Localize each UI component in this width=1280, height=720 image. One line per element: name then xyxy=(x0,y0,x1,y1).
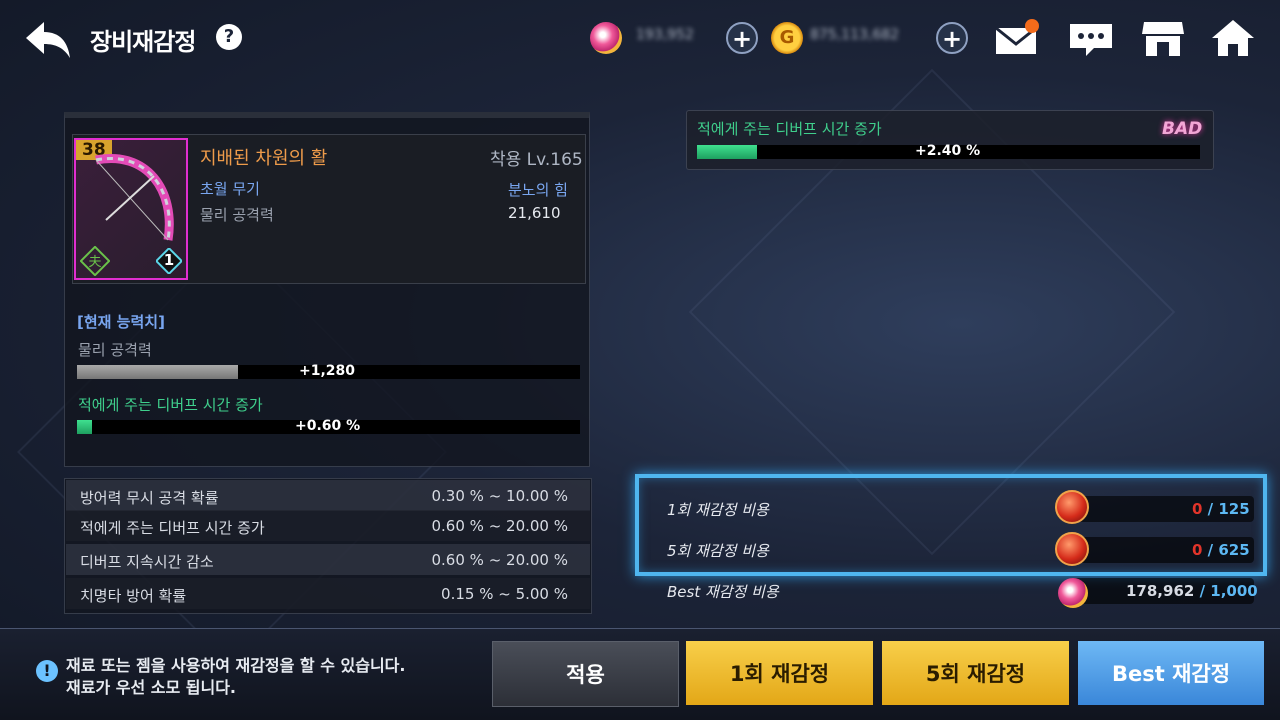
result-label: 적에게 주는 디버프 시간 증가 xyxy=(697,120,882,138)
range-row: 적에게 주는 디버프 시간 증가 0.60 % ~ 20.00 % xyxy=(66,510,590,541)
range-label: 방어력 무시 공격 확률 xyxy=(80,489,219,507)
cost-five-value: 0 / 625 xyxy=(1192,541,1250,559)
item-attack-value: 21,610 xyxy=(508,204,561,222)
slot-number-badge: 1 xyxy=(156,248,182,274)
item-required-level: 착용 Lv.165 xyxy=(490,150,583,170)
stat1-bar-fill xyxy=(77,365,238,379)
gold-currency-value: 875,113,682 xyxy=(810,27,900,43)
svg-text:夫: 夫 xyxy=(88,255,101,270)
result-bar-fill xyxy=(697,145,758,159)
cost-once-value: 0 / 125 xyxy=(1192,500,1250,518)
shop-icon[interactable] xyxy=(1140,18,1186,58)
chat-icon[interactable] xyxy=(1068,18,1114,58)
item-icon[interactable]: 38 夫 1 xyxy=(74,138,188,280)
notice-line2: 재료가 우선 소모 됩니다. xyxy=(66,678,236,697)
cost-five-label: 5회 재감정 비용 xyxy=(667,542,769,560)
cost-once-need: / 125 xyxy=(1207,500,1250,518)
result-grade-badge: BAD xyxy=(1162,119,1203,139)
gold-coin-icon: G xyxy=(771,22,803,54)
item-set-name: 분노의 힘 xyxy=(508,181,568,199)
item-name: 지배된 차원의 활 xyxy=(200,148,328,169)
range-value: 0.15 % ~ 5.00 % xyxy=(441,585,568,603)
stat1-bar: +1,280 xyxy=(77,363,580,379)
class-emblem-icon: 夫 xyxy=(80,246,110,276)
cost-best-label: Best 재감정 비용 xyxy=(667,583,779,601)
cost-best-need: / 1,000 xyxy=(1199,582,1258,600)
slot-number: 1 xyxy=(163,251,175,269)
cost-best-value: 178,962 / 1,000 xyxy=(1126,582,1258,600)
stat1-label: 물리 공격력 xyxy=(78,341,152,359)
mail-icon[interactable] xyxy=(994,18,1040,58)
add-gold-button[interactable]: + xyxy=(936,22,968,54)
range-label: 치명타 방어 확률 xyxy=(80,587,187,605)
result-bar: +2.40 % xyxy=(697,143,1200,159)
range-label: 적에게 주는 디버프 시간 증가 xyxy=(80,519,265,537)
range-row: 치명타 방어 확률 0.15 % ~ 5.00 % xyxy=(66,578,590,609)
item-type: 초월 무기 xyxy=(200,180,260,198)
top-bar: 장비재감정 ? 193,952 + G 875,113,682 + xyxy=(0,0,1280,80)
stat2-value: +0.60 % xyxy=(295,418,361,434)
gem-currency-icon xyxy=(590,22,622,54)
apply-button[interactable]: 적용 xyxy=(492,641,679,707)
cost-once-have: 0 xyxy=(1192,500,1203,518)
reappraise-once-button[interactable]: 1회 재감정 xyxy=(686,641,873,705)
best-reappraise-button[interactable]: Best 재감정 xyxy=(1078,641,1264,705)
current-stats-heading: [현재 능력치] xyxy=(77,313,165,331)
notice-line1: 재료 또는 젬을 사용하여 재감정을 할 수 있습니다. xyxy=(66,656,406,675)
stat2-bar-fill xyxy=(77,420,93,434)
page-title: 장비재감정 xyxy=(90,28,196,56)
range-row: 디버프 지속시간 감소 0.60 % ~ 20.00 % xyxy=(66,544,590,575)
stat2-bar: +0.60 % xyxy=(77,418,580,434)
info-icon: ! xyxy=(36,660,58,682)
range-value: 0.60 % ~ 20.00 % xyxy=(431,517,569,535)
home-icon[interactable] xyxy=(1210,18,1256,58)
question-icon[interactable]: ? xyxy=(216,24,242,50)
gem-currency-value: 193,952 xyxy=(636,27,694,43)
range-value: 0.30 % ~ 10.00 % xyxy=(431,487,569,505)
result-value: +2.40 % xyxy=(915,143,981,159)
reappraise-five-button[interactable]: 5회 재감정 xyxy=(882,641,1069,705)
material-gem-icon xyxy=(1055,490,1089,524)
cost-best-have: 178,962 xyxy=(1126,582,1195,600)
add-gem-button[interactable]: + xyxy=(726,22,758,54)
range-value: 0.60 % ~ 20.00 % xyxy=(431,551,569,569)
back-arrow-icon[interactable] xyxy=(24,18,74,60)
stat1-value: +1,280 xyxy=(299,363,356,379)
gem-currency-icon xyxy=(1058,578,1088,608)
cost-five-need: / 625 xyxy=(1207,541,1250,559)
cost-once-label: 1회 재감정 비용 xyxy=(667,501,769,519)
item-attr-label: 물리 공격력 xyxy=(200,206,274,224)
range-row: 방어력 무시 공격 확률 0.30 % ~ 10.00 % xyxy=(66,480,590,511)
cost-five-have: 0 xyxy=(1192,541,1203,559)
stat2-label: 적에게 주는 디버프 시간 증가 xyxy=(78,396,263,414)
material-gem-icon xyxy=(1055,532,1089,566)
range-label: 디버프 지속시간 감소 xyxy=(80,553,214,571)
